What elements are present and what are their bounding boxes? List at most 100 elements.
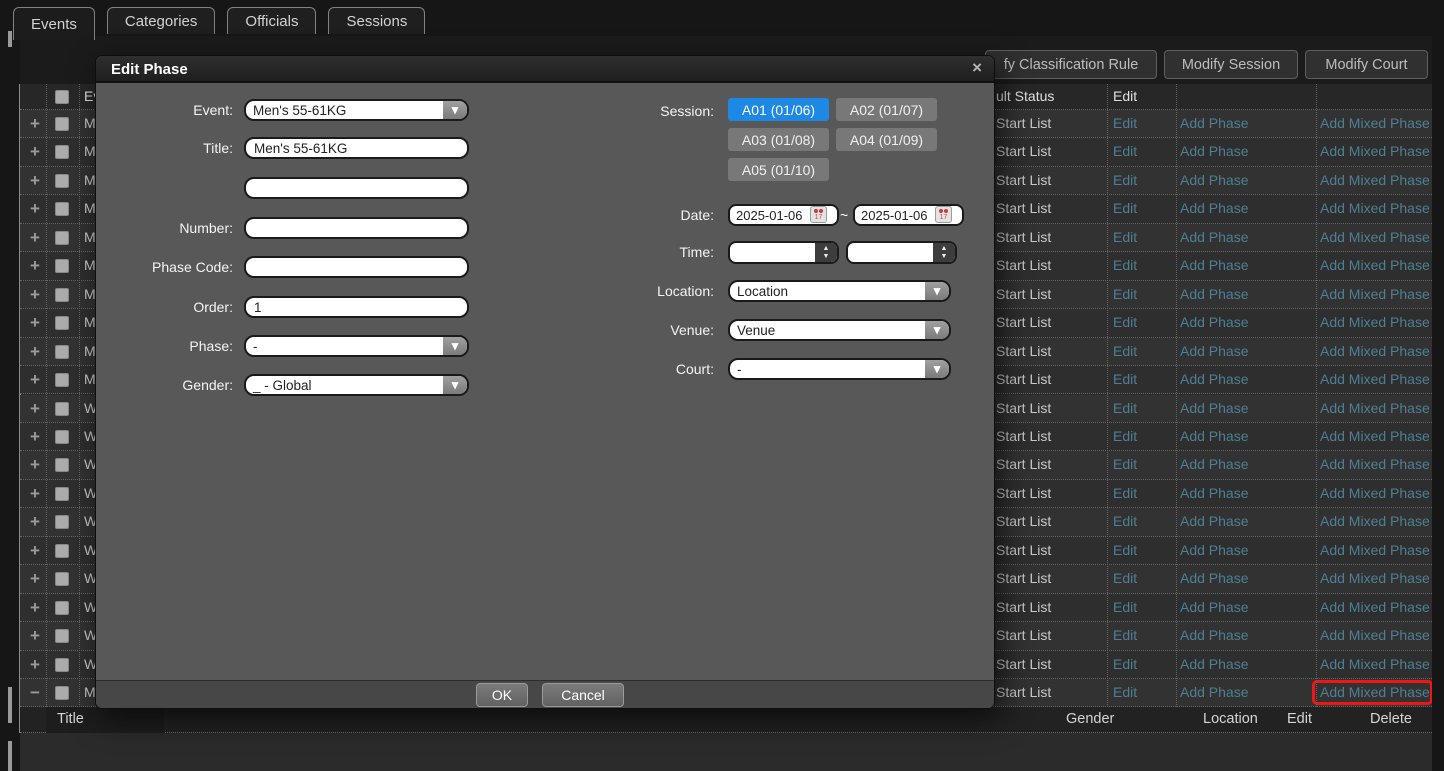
- add-mixed-phase-link[interactable]: Add Mixed Phase: [1320, 314, 1430, 330]
- row-checkbox[interactable]: [55, 658, 69, 672]
- edit-link[interactable]: Edit: [1113, 428, 1137, 444]
- expand-row-button[interactable]: +: [26, 338, 44, 366]
- row-checkbox[interactable]: [55, 487, 69, 501]
- dialog-header[interactable]: Edit Phase ×: [96, 56, 994, 83]
- edit-link[interactable]: Edit: [1113, 456, 1137, 472]
- add-phase-link[interactable]: Add Phase: [1180, 400, 1249, 416]
- add-phase-link[interactable]: Add Phase: [1180, 200, 1249, 216]
- time-to-input[interactable]: ▲▼: [846, 241, 957, 264]
- add-mixed-phase-link[interactable]: Add Mixed Phase: [1320, 485, 1430, 501]
- court-select[interactable]: - ▾: [728, 358, 951, 380]
- edit-link[interactable]: Edit: [1113, 257, 1137, 273]
- add-mixed-phase-link[interactable]: Add Mixed Phase: [1320, 143, 1430, 159]
- add-mixed-phase-link[interactable]: Add Mixed Phase: [1320, 200, 1430, 216]
- expand-row-button[interactable]: +: [26, 594, 44, 622]
- add-phase-link[interactable]: Add Phase: [1180, 428, 1249, 444]
- spinner-arrows-icon[interactable]: ▲▼: [815, 243, 837, 262]
- tab-events[interactable]: Events: [13, 7, 95, 40]
- add-phase-link[interactable]: Add Phase: [1180, 143, 1249, 159]
- add-phase-link[interactable]: Add Phase: [1180, 513, 1249, 529]
- edit-link[interactable]: Edit: [1113, 656, 1137, 672]
- tab-categories[interactable]: Categories: [107, 7, 216, 34]
- expand-row-button[interactable]: +: [26, 110, 44, 138]
- toolbar-button-0[interactable]: fy Classification Rule: [985, 50, 1157, 79]
- ok-button[interactable]: OK: [476, 683, 528, 707]
- row-checkbox[interactable]: [55, 629, 69, 643]
- add-phase-link[interactable]: Add Phase: [1180, 115, 1249, 131]
- add-phase-link[interactable]: Add Phase: [1180, 314, 1249, 330]
- add-mixed-phase-link[interactable]: Add Mixed Phase: [1320, 656, 1430, 672]
- expand-row-button[interactable]: +: [26, 224, 44, 252]
- expand-row-button[interactable]: +: [26, 565, 44, 593]
- add-mixed-phase-link[interactable]: Add Mixed Phase: [1320, 286, 1430, 302]
- phase-select[interactable]: - ▾: [244, 335, 469, 357]
- expand-row-button[interactable]: +: [26, 138, 44, 166]
- expand-row-button[interactable]: +: [26, 423, 44, 451]
- select-all-checkbox[interactable]: [55, 90, 69, 104]
- add-mixed-phase-link[interactable]: Add Mixed Phase: [1320, 542, 1430, 558]
- edit-link[interactable]: Edit: [1113, 115, 1137, 131]
- time-from-input[interactable]: ▲▼: [728, 241, 839, 264]
- edit-link[interactable]: Edit: [1113, 371, 1137, 387]
- session-button-3[interactable]: A03 (01/08): [728, 128, 829, 151]
- add-mixed-phase-link[interactable]: Add Mixed Phase: [1320, 343, 1430, 359]
- spinner-arrows-icon[interactable]: ▲▼: [933, 243, 955, 262]
- edit-link[interactable]: Edit: [1113, 513, 1137, 529]
- add-mixed-phase-link[interactable]: Add Mixed Phase: [1320, 400, 1430, 416]
- row-checkbox[interactable]: [55, 544, 69, 558]
- row-checkbox[interactable]: [55, 174, 69, 188]
- location-select[interactable]: Location ▾: [728, 280, 951, 302]
- add-phase-link[interactable]: Add Phase: [1180, 684, 1249, 700]
- row-checkbox[interactable]: [55, 345, 69, 359]
- phase-code-input[interactable]: [244, 256, 469, 278]
- row-checkbox[interactable]: [55, 231, 69, 245]
- title-secondary-input[interactable]: [244, 177, 469, 199]
- collapse-row-button[interactable]: −: [26, 679, 44, 707]
- expand-row-button[interactable]: +: [26, 195, 44, 223]
- add-mixed-phase-link[interactable]: Add Mixed Phase: [1320, 371, 1430, 387]
- row-checkbox[interactable]: [55, 572, 69, 586]
- close-icon[interactable]: ×: [972, 58, 982, 78]
- expand-row-button[interactable]: +: [26, 480, 44, 508]
- expand-row-button[interactable]: +: [26, 508, 44, 536]
- add-phase-link[interactable]: Add Phase: [1180, 656, 1249, 672]
- edit-link[interactable]: Edit: [1113, 627, 1137, 643]
- row-checkbox[interactable]: [55, 515, 69, 529]
- add-mixed-phase-link[interactable]: Add Mixed Phase: [1320, 229, 1430, 245]
- calendar-icon[interactable]: 17: [810, 206, 827, 223]
- edit-link[interactable]: Edit: [1113, 143, 1137, 159]
- edit-link[interactable]: Edit: [1113, 599, 1137, 615]
- add-mixed-phase-link[interactable]: Add Mixed Phase: [1320, 428, 1430, 444]
- cancel-button[interactable]: Cancel: [542, 683, 624, 707]
- expand-row-button[interactable]: +: [26, 651, 44, 679]
- row-checkbox[interactable]: [55, 686, 69, 700]
- edit-link[interactable]: Edit: [1113, 200, 1137, 216]
- add-mixed-phase-link[interactable]: Add Mixed Phase: [1320, 570, 1430, 586]
- number-input[interactable]: [244, 217, 469, 239]
- calendar-icon[interactable]: 17: [935, 206, 952, 223]
- expand-row-button[interactable]: +: [26, 167, 44, 195]
- row-checkbox[interactable]: [55, 458, 69, 472]
- add-phase-link[interactable]: Add Phase: [1180, 542, 1249, 558]
- toolbar-button-2[interactable]: Modify Court: [1305, 50, 1428, 79]
- row-checkbox[interactable]: [55, 373, 69, 387]
- expand-row-button[interactable]: +: [26, 451, 44, 479]
- session-button-5[interactable]: A05 (01/10): [728, 158, 829, 181]
- add-phase-link[interactable]: Add Phase: [1180, 229, 1249, 245]
- expand-row-button[interactable]: +: [26, 537, 44, 565]
- add-phase-link[interactable]: Add Phase: [1180, 485, 1249, 501]
- session-button-1[interactable]: A01 (01/06): [728, 98, 829, 121]
- title-input[interactable]: [244, 137, 469, 159]
- add-mixed-phase-link[interactable]: Add Mixed Phase: [1320, 456, 1430, 472]
- tab-officials[interactable]: Officials: [227, 7, 316, 34]
- row-checkbox[interactable]: [55, 601, 69, 615]
- edit-link[interactable]: Edit: [1113, 172, 1137, 188]
- add-phase-link[interactable]: Add Phase: [1180, 627, 1249, 643]
- order-input[interactable]: [244, 296, 469, 318]
- session-button-2[interactable]: A02 (01/07): [836, 98, 937, 121]
- edit-link[interactable]: Edit: [1113, 485, 1137, 501]
- row-checkbox[interactable]: [55, 117, 69, 131]
- row-checkbox[interactable]: [55, 402, 69, 416]
- add-phase-link[interactable]: Add Phase: [1180, 172, 1249, 188]
- expand-row-button[interactable]: +: [26, 252, 44, 280]
